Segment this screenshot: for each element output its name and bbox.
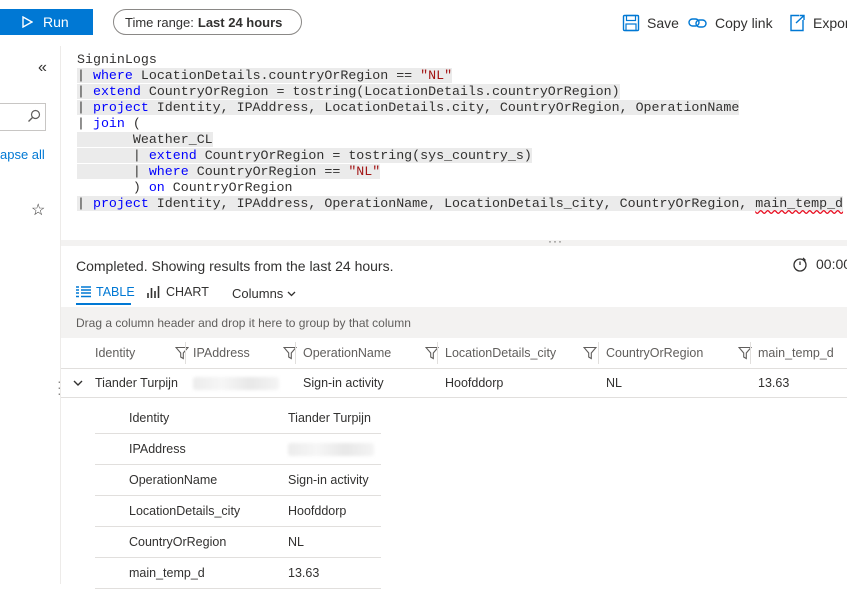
- detail-row: IPAddress: [95, 434, 381, 465]
- column-separator[interactable]: [295, 342, 296, 364]
- link-icon: [688, 18, 707, 28]
- run-button[interactable]: Run: [0, 9, 93, 35]
- cell-city: Hoofddorp: [445, 376, 504, 390]
- group-hint: Drag a column header and drop it here to…: [76, 315, 411, 330]
- query-line[interactable]: | extend CountryOrRegion = tostring(Loca…: [77, 84, 620, 100]
- detail-row: OperationName Sign-in activity: [95, 465, 381, 496]
- tab-chart[interactable]: CHART: [147, 285, 209, 299]
- detail-value: NL: [288, 535, 304, 549]
- tab-chart-label: CHART: [166, 285, 209, 299]
- detail-row: Identity Tiander Turpijn: [95, 403, 381, 434]
- save-icon: [622, 14, 640, 32]
- query-line[interactable]: | where CountryOrRegion == "NL": [77, 164, 381, 180]
- copy-link-label: Copy link: [715, 15, 773, 31]
- expand-row-icon[interactable]: [73, 369, 83, 397]
- detail-row: CountryOrRegion NL: [95, 527, 381, 558]
- query-line[interactable]: Weather_CL: [77, 132, 213, 148]
- detail-key: LocationDetails_city: [129, 504, 241, 518]
- query-line[interactable]: | extend CountryOrRegion = tostring(sys_…: [77, 148, 532, 164]
- query-line[interactable]: ) on CountryOrRegion: [77, 180, 293, 196]
- cell-temp: 13.63: [758, 376, 790, 390]
- detail-row: main_temp_d 13.63: [95, 558, 381, 589]
- search-icon: [28, 109, 41, 122]
- query-line[interactable]: | project Identity, IPAddress, LocationD…: [77, 100, 740, 116]
- row-detail-panel: Identity Tiander Turpijn IPAddress Operatio…: [95, 403, 381, 589]
- save-button[interactable]: Save: [622, 12, 679, 34]
- editor-results-splitter[interactable]: [61, 240, 847, 246]
- elapsed-time: 00:00: [792, 256, 847, 272]
- detail-row: LocationDetails_city Hoofddorp: [95, 496, 381, 527]
- table-row[interactable]: Tiander Turpijn Sign-in activity Hoofddo…: [61, 369, 847, 398]
- column-separator[interactable]: [598, 342, 599, 364]
- save-label: Save: [647, 15, 679, 31]
- detail-value: Hoofddorp: [288, 504, 347, 518]
- detail-value: Sign-in activity: [288, 473, 369, 487]
- column-header-locationdetails_city[interactable]: LocationDetails_city: [445, 338, 556, 368]
- time-range-label: Time range:: [125, 14, 194, 30]
- table-icon: [76, 286, 91, 298]
- column-header-ipaddress[interactable]: IPAddress: [193, 338, 250, 368]
- elapsed-value: 00:00: [816, 256, 847, 272]
- collapse-all-link[interactable]: apse all: [0, 147, 45, 162]
- play-icon: [22, 16, 33, 28]
- export-icon: [790, 14, 805, 32]
- tab-table-label: TABLE: [96, 285, 135, 299]
- cell-ipaddress: [193, 369, 279, 397]
- filter-icon[interactable]: [583, 346, 597, 360]
- query-line[interactable]: | where LocationDetails.countryOrRegion …: [77, 68, 453, 84]
- splitter-handle-icon[interactable]: ···: [548, 234, 563, 248]
- run-label: Run: [43, 14, 69, 30]
- time-range-button[interactable]: Time range: Last 24 hours: [113, 9, 302, 35]
- copy-link-button[interactable]: Copy link: [688, 12, 773, 34]
- detail-key: OperationName: [129, 473, 218, 487]
- detail-key: Identity: [129, 411, 170, 425]
- cell-operation: Sign-in activity: [303, 376, 384, 390]
- detail-key: CountryOrRegion: [129, 535, 227, 549]
- detail-key: IPAddress: [129, 442, 186, 456]
- column-header-operationname[interactable]: OperationName: [303, 338, 391, 368]
- cell-country: NL: [606, 376, 622, 390]
- cell-identity: Tiander Turpijn: [95, 376, 178, 390]
- group-by-drop-zone[interactable]: Drag a column header and drop it here to…: [61, 307, 847, 338]
- query-line[interactable]: | join (: [77, 116, 141, 132]
- column-separator[interactable]: [750, 342, 751, 364]
- tab-table[interactable]: TABLE: [76, 285, 135, 299]
- column-header-main_temp_d[interactable]: main_temp_d: [758, 338, 834, 368]
- time-range-value: Last 24 hours: [197, 14, 283, 30]
- timer-icon: [793, 257, 807, 272]
- export-button[interactable]: Expor: [788, 12, 847, 34]
- chart-icon: [147, 286, 160, 298]
- column-header-identity[interactable]: Identity: [95, 338, 135, 368]
- active-tab-indicator: [76, 303, 131, 305]
- star-icon[interactable]: ☆: [31, 200, 45, 220]
- query-line[interactable]: | project Identity, IPAddress, Operation…: [77, 196, 844, 212]
- results-status: Completed. Showing results from the last…: [76, 258, 394, 274]
- detail-value: [288, 434, 374, 464]
- columns-label: Columns: [232, 286, 284, 301]
- chevron-down-icon: [287, 291, 296, 296]
- query-line[interactable]: SigninLogs: [77, 52, 157, 68]
- results-grid-header: Identity IPAddress OperationName LocationDe…: [61, 338, 847, 369]
- column-separator[interactable]: [437, 342, 438, 364]
- column-separator[interactable]: [185, 342, 186, 364]
- detail-value: Tiander Turpijn: [288, 411, 371, 425]
- filter-icon[interactable]: [175, 346, 189, 360]
- export-label: Expor: [813, 15, 847, 31]
- column-header-countryorregion[interactable]: CountryOrRegion: [606, 338, 703, 368]
- collapse-panel-icon[interactable]: «: [38, 59, 47, 77]
- columns-button[interactable]: Columns: [232, 286, 296, 301]
